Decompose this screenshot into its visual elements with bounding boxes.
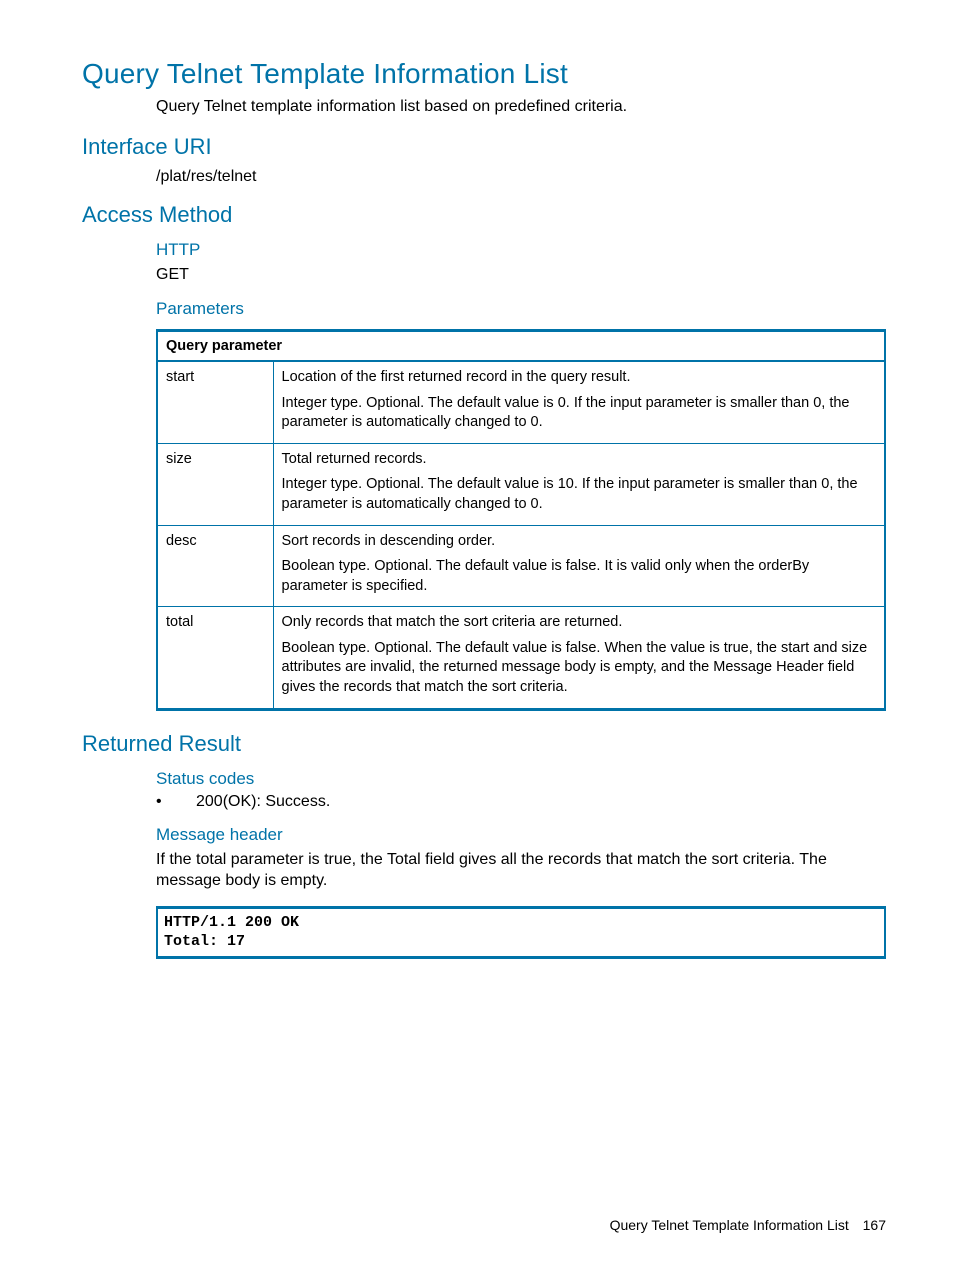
param-desc: Only records that match the sort criteri…	[273, 607, 884, 708]
intro-text: Query Telnet template information list b…	[156, 98, 886, 116]
http-heading: HTTP	[156, 240, 886, 260]
table-row: size Total returned records. Integer typ…	[158, 443, 884, 525]
parameters-heading: Parameters	[156, 299, 886, 319]
section-returned-result: Returned Result	[82, 731, 886, 757]
parameters-table: Query parameter start Location of the fi…	[156, 329, 886, 710]
param-desc: Total returned records. Integer type. Op…	[273, 443, 884, 525]
message-header-text: If the total parameter is true, the Tota…	[156, 849, 886, 892]
footer-title: Query Telnet Template Information List	[610, 1217, 849, 1233]
status-codes-heading: Status codes	[156, 769, 886, 789]
param-name: size	[158, 443, 273, 525]
http-method: GET	[156, 264, 886, 286]
interface-uri-value: /plat/res/telnet	[156, 166, 886, 188]
param-desc: Sort records in descending order. Boolea…	[273, 525, 884, 607]
footer-page-number: 167	[863, 1217, 886, 1233]
table-row: start Location of the first returned rec…	[158, 361, 884, 443]
param-name: total	[158, 607, 273, 708]
message-header-heading: Message header	[156, 825, 886, 845]
code-block: HTTP/1.1 200 OK Total: 17	[156, 906, 886, 959]
param-name: desc	[158, 525, 273, 607]
section-interface-uri: Interface URI	[82, 134, 886, 160]
table-header: Query parameter	[158, 332, 884, 361]
section-access-method: Access Method	[82, 202, 886, 228]
page-title: Query Telnet Template Information List	[82, 58, 886, 90]
bullet-icon: •	[156, 793, 196, 811]
param-name: start	[158, 361, 273, 443]
page-footer: Query Telnet Template Information List 1…	[610, 1217, 886, 1233]
param-desc: Location of the first returned record in…	[273, 361, 884, 443]
status-code-text: 200(OK): Success.	[196, 793, 330, 811]
table-row: desc Sort records in descending order. B…	[158, 525, 884, 607]
status-code-item: • 200(OK): Success.	[156, 793, 886, 811]
table-row: total Only records that match the sort c…	[158, 607, 884, 708]
